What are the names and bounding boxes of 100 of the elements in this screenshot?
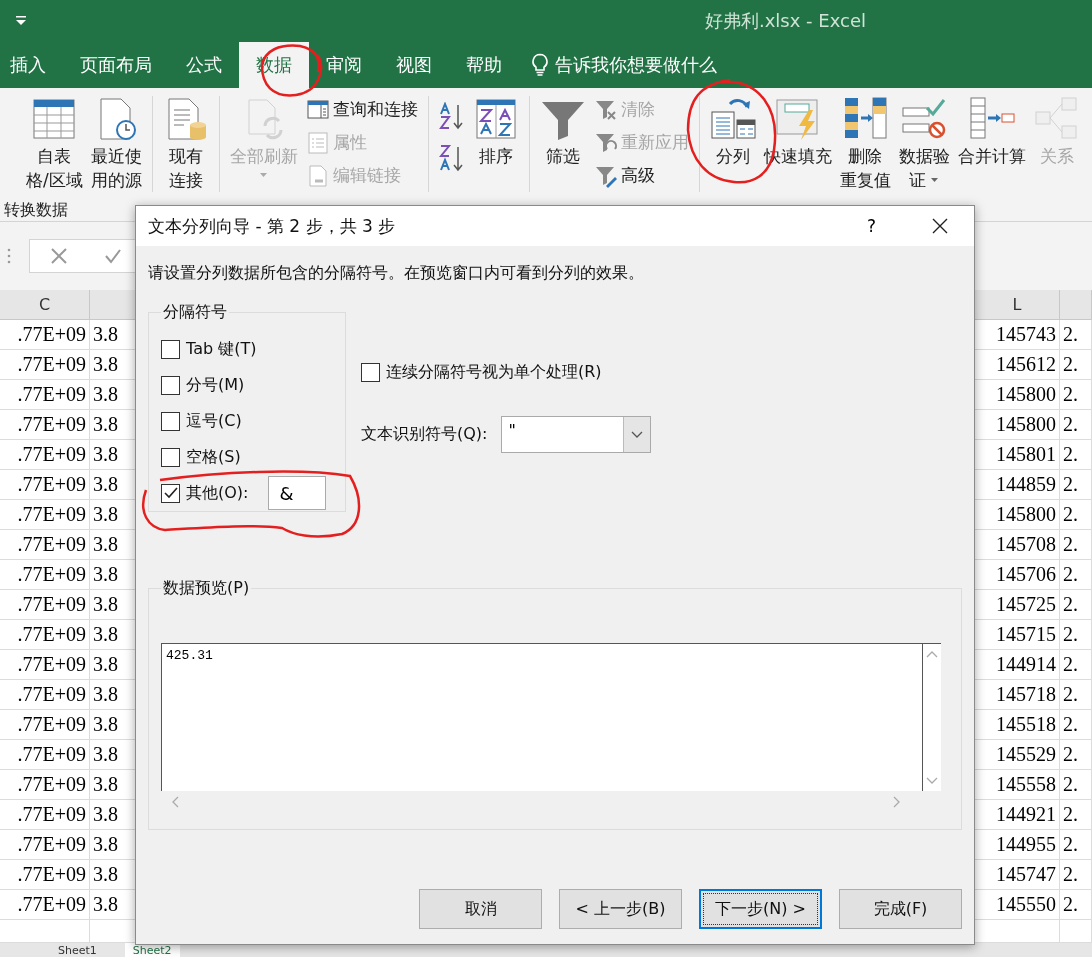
table-cell: .77E+09 bbox=[0, 410, 90, 440]
table-cell: 2. bbox=[1060, 710, 1092, 740]
checkbox-label[interactable]: 连续分隔符号视为单个处理(R) bbox=[386, 361, 602, 383]
table-cell: .77E+09 bbox=[0, 620, 90, 650]
ribbon-group-label: 转换数据 bbox=[3, 200, 69, 221]
table-cell: 2. bbox=[1060, 800, 1092, 830]
ribbon-tab[interactable]: 帮助 bbox=[449, 42, 519, 88]
dialog-button[interactable]: 下一步(N) > bbox=[699, 889, 822, 929]
table-cell: .77E+09 bbox=[0, 470, 90, 500]
ribbon-command[interactable]: 排序 bbox=[468, 96, 523, 168]
table-cell: .77E+09 bbox=[0, 710, 90, 740]
column-header[interactable]: C bbox=[0, 290, 90, 320]
ribbon-command[interactable]: 现有 连接 bbox=[158, 96, 213, 192]
caret-icon bbox=[930, 177, 940, 183]
table-cell: 2. bbox=[1060, 890, 1092, 920]
checkbox[interactable] bbox=[161, 339, 180, 359]
table-cell: .77E+09 bbox=[0, 500, 90, 530]
table-cell: .77E+09 bbox=[0, 860, 90, 890]
ribbon-command[interactable]: 删除 重复值 bbox=[835, 96, 895, 192]
table-cell: 2. bbox=[1060, 320, 1092, 350]
checkbox-label[interactable]: 其他(O): bbox=[186, 482, 249, 504]
list-icon bbox=[305, 130, 330, 155]
group-legend: 分隔符号 bbox=[161, 302, 229, 323]
ribbon-tab[interactable]: 页面布局 bbox=[63, 42, 169, 88]
table-cell: 2. bbox=[1060, 350, 1092, 380]
input-field[interactable]: & bbox=[268, 476, 327, 510]
quick-access-caret-icon[interactable] bbox=[15, 16, 27, 26]
ribbon-command[interactable]: 筛选 bbox=[535, 96, 590, 168]
checkbox[interactable] bbox=[161, 411, 180, 431]
checkbox[interactable] bbox=[161, 375, 180, 395]
table-cell: 2. bbox=[1060, 770, 1092, 800]
sheet-tab[interactable]: Sheet1 bbox=[50, 943, 105, 957]
dialog-button[interactable]: 完成(F) bbox=[839, 889, 962, 929]
ribbon-command[interactable]: 自表 格/区域 bbox=[22, 96, 87, 192]
table-cell: 2. bbox=[1060, 380, 1092, 410]
ribbon-tab[interactable]: 视图 bbox=[379, 42, 449, 88]
table-cell: 2. bbox=[1060, 560, 1092, 590]
table-cell: 2. bbox=[1060, 590, 1092, 620]
checkbox[interactable] bbox=[161, 483, 180, 503]
table-window-icon bbox=[305, 97, 330, 122]
cancel-icon[interactable] bbox=[50, 247, 68, 265]
ribbon-command[interactable]: 最近使 用的源 bbox=[86, 96, 146, 192]
lightbulb-icon bbox=[531, 53, 549, 77]
column-header[interactable]: L bbox=[975, 290, 1060, 320]
ribbon-tab[interactable]: 公式 bbox=[169, 42, 239, 88]
ribbon-command[interactable]: 分列 bbox=[705, 96, 760, 168]
ribbon-tab[interactable]: 插入 bbox=[0, 42, 63, 88]
table-cell: .77E+09 bbox=[0, 380, 90, 410]
table-cell: 2. bbox=[1060, 830, 1092, 860]
close-icon[interactable] bbox=[932, 218, 948, 234]
help-button[interactable]: ? bbox=[860, 216, 882, 236]
table-icon bbox=[31, 96, 78, 142]
table-cell: 2. bbox=[1060, 860, 1092, 890]
checkbox-label[interactable]: 逗号(C) bbox=[186, 410, 242, 432]
relationship-diagram-icon bbox=[1033, 96, 1080, 142]
table-cell: .77E+09 bbox=[0, 830, 90, 860]
preview-text: 425.31 bbox=[166, 648, 214, 663]
sort-ascending-icon[interactable] bbox=[438, 102, 465, 130]
dialog-button[interactable]: < 上一步(B) bbox=[559, 889, 682, 929]
table-cell: .77E+09 bbox=[0, 440, 90, 470]
table-cell: .77E+09 bbox=[0, 770, 90, 800]
table-cell: .77E+09 bbox=[0, 350, 90, 380]
table-cell: 2. bbox=[1060, 470, 1092, 500]
column-arrow-icon bbox=[842, 96, 889, 142]
ribbon-command[interactable]: 高级 bbox=[593, 162, 689, 189]
table-cell: .77E+09 bbox=[0, 590, 90, 620]
table-cell: 2. bbox=[1060, 650, 1092, 680]
table-cell: 2. bbox=[1060, 410, 1092, 440]
tell-me-search[interactable]: 告诉我你想要做什么 bbox=[555, 53, 717, 77]
table-cell: .77E+09 bbox=[0, 800, 90, 830]
table-cell: .77E+09 bbox=[0, 650, 90, 680]
checkbox-label[interactable]: 空格(S) bbox=[186, 446, 241, 468]
qualifier-dropdown[interactable]: " bbox=[501, 416, 652, 453]
table-cell: .77E+09 bbox=[0, 320, 90, 350]
ribbon-command[interactable]: 数据验 证 bbox=[894, 96, 954, 192]
dialog-title: 文本分列向导 - 第 2 步，共 3 步 bbox=[148, 214, 396, 238]
table-cell: 2. bbox=[1060, 530, 1092, 560]
table-cell: 2. bbox=[1060, 500, 1092, 530]
checkbox[interactable] bbox=[361, 362, 380, 382]
chevron-down-icon bbox=[630, 429, 645, 440]
table-cell: 2. bbox=[1060, 740, 1092, 770]
dialog-button[interactable]: 取消 bbox=[419, 889, 542, 929]
ribbon-command[interactable]: 合并计算 bbox=[953, 96, 1030, 168]
table-cell: .77E+09 bbox=[0, 530, 90, 560]
caret-icon bbox=[259, 172, 269, 178]
checkbox[interactable] bbox=[161, 447, 180, 467]
ribbon-command[interactable]: 查询和连接 bbox=[305, 96, 418, 123]
table-cell: .77E+09 bbox=[0, 890, 90, 920]
table-cell: .77E+09 bbox=[0, 560, 90, 590]
table-cell: 2. bbox=[1060, 620, 1092, 650]
table-cell: 2. bbox=[1060, 440, 1092, 470]
split-columns-icon bbox=[709, 96, 756, 142]
check-icon[interactable] bbox=[104, 247, 122, 265]
list-arrow-icon bbox=[968, 96, 1015, 142]
table-cell: .77E+09 bbox=[0, 740, 90, 770]
ribbon-tab[interactable]: 审阅 bbox=[309, 42, 379, 88]
instruction-text: 请设置分列数据所包含的分隔符号。在预览窗口内可看到分列的效果。 bbox=[148, 263, 645, 284]
window-title: 好弗利.xlsx - Excel bbox=[704, 9, 866, 33]
sort-descending-icon[interactable] bbox=[438, 144, 465, 172]
table-cell: 2. bbox=[1060, 680, 1092, 710]
